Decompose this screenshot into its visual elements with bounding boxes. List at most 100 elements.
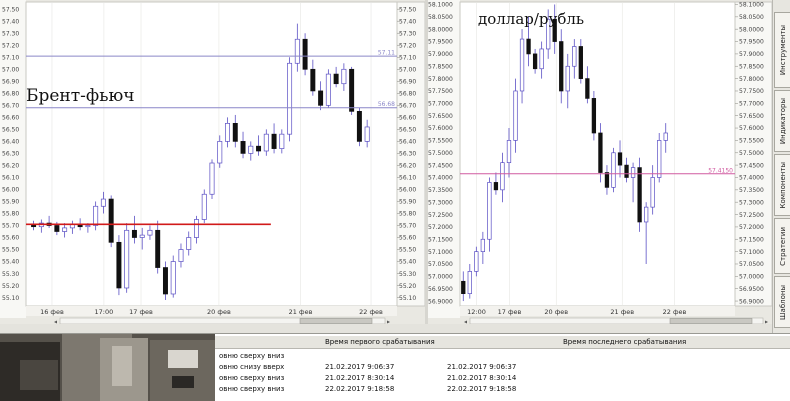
candle-body [162,267,168,295]
y-tick-label: 58.1000 [739,2,764,9]
candle-body [341,68,347,85]
candle-body [124,229,130,289]
candle-body [271,133,277,149]
charts-canvas[interactable]: 57.50 57.40 57.30 57.20 57.10 57.00 56.90 56.80… [0,0,790,333]
y-tick-label: 56.70 [399,103,416,110]
candle-body [624,164,629,178]
y-tick-label: 57.5000 [739,150,764,157]
candle-body [108,198,114,243]
y-tick-label: 57.0000 [739,274,764,281]
y-tick-label-left: 56.70 [2,103,19,110]
y-tick-label: 57.2500 [739,212,764,219]
candle-body [519,38,525,92]
y-tick-label-left: 55.10 [2,295,19,302]
y-tick-label-left: 57.1000 [428,249,453,256]
y-tick-label: 56.40 [399,139,416,146]
candle-body [578,46,583,79]
candle-body [493,182,499,191]
y-tick-label: 56.00 [399,187,416,194]
y-tick-label: 56.9500 [739,286,764,293]
chart-area: 57.50 57.40 57.30 57.20 57.10 57.00 56.90 56.80… [0,0,790,333]
y-tick-label-left: 56.60 [2,115,19,122]
right-sidebar: Инструменты Индикаторы Компоненты Страте… [772,0,790,333]
webcam-image [0,334,215,401]
y-tick-label-left: 57.4500 [428,162,453,169]
tab-indicators[interactable]: Индикаторы [774,90,790,152]
candle-body [232,123,238,142]
x-tick-label: 12:00 [467,308,486,316]
row-name: овню сверху вниз [219,352,285,360]
candle-body [93,205,99,226]
y-tick-label-left: 57.2000 [428,224,453,231]
header-last-trigger[interactable]: Время последнего срабатывания [563,338,686,346]
y-tick-label: 57.6500 [739,113,764,120]
candle-body [650,177,655,208]
tab-indicators-label: Индикаторы [778,97,787,145]
header-first-trigger[interactable]: Время первого срабатывания [325,338,435,346]
y-tick-label: 57.4000 [739,175,764,182]
row-first: 21.02.2017 9:06:37 [325,363,395,371]
y-tick-label: 56.50 [399,127,416,134]
tab-components[interactable]: Компоненты [774,154,790,216]
candle-body [302,38,308,70]
candle-body [54,225,60,232]
table-row[interactable]: овню снизу вверх 21.02.2017 9:06:37 21.0… [215,363,790,372]
candle-body [598,132,603,173]
y-tick-label: 57.9500 [739,39,764,46]
y-tick-label-left: 57.5000 [428,150,453,157]
row-name: овню сверху вниз [219,385,285,393]
y-tick-label-left: 55.40 [2,259,19,266]
y-tick-label: 55.80 [399,211,416,218]
y-tick-label: 57.7500 [739,88,764,95]
candle-body [500,162,505,191]
y-tick-label-left: 57.8000 [428,76,453,83]
x-tick-label: 21 фев [610,308,634,316]
candle-body [279,133,285,149]
y-tick-label-left: 58.0000 [428,26,453,33]
x-tick-label: 20 фев [207,308,231,316]
y-tick-label-left: 55.50 [2,247,19,254]
table-row[interactable]: овню сверху вниз [215,352,790,361]
tab-strategies[interactable]: Стратегии [774,218,790,274]
table-row[interactable]: овню сверху вниз 21.02.2017 8:30:14 21.0… [215,374,790,383]
y-tick-label-left: 58.1000 [428,2,453,9]
y-tick-label-left: 57.50 [2,6,19,13]
candle-body [526,38,531,55]
y-tick-label: 57.20 [399,42,416,49]
y-tick-label: 55.30 [399,271,416,278]
y-tick-label: 57.8500 [739,63,764,70]
bottom-panel: Время первого срабатывания Время последн… [0,333,790,401]
candle-body [194,219,199,238]
y-tick-label: 57.3500 [739,187,764,194]
y-tick-label: 55.90 [399,199,416,206]
candle-body [294,38,300,64]
y-tick-label: 57.7000 [739,101,764,108]
candle-body [591,98,597,134]
scrollbar-thumb [669,318,753,324]
y-tick-label: 58.0000 [739,26,764,33]
x-tick-label: 17:00 [95,308,114,316]
y-tick-label-left: 57.7000 [428,101,453,108]
candle-body [170,261,176,295]
candle-body [325,73,331,106]
y-tick-label-left: 57.10 [2,54,19,61]
tab-templates[interactable]: Шаблоны [774,276,790,328]
y-tick-label: 57.2000 [739,224,764,231]
candle-body [225,123,231,142]
row-last: 21.02.2017 8:30:14 [447,374,517,382]
tab-instruments[interactable]: Инструменты [774,12,790,88]
y-tick-label: 56.90 [399,79,416,86]
tab-strategies-label: Стратегии [778,226,787,266]
table-row[interactable]: овню сверху вниз 22.02.2017 9:18:58 22.0… [215,385,790,394]
candle-body [131,229,137,238]
y-tick-label: 55.70 [399,223,416,230]
x-tick-label: 22 фев [359,308,383,316]
level-label: 57.11 [378,50,395,57]
candle-body [461,280,466,294]
y-tick-label-left: 58.0500 [428,14,453,21]
y-tick-label-left: 57.0500 [428,261,453,268]
y-tick-label-left: 55.80 [2,211,19,218]
y-tick-label-left: 56.10 [2,175,19,182]
y-tick-label-left: 56.50 [2,127,19,134]
y-tick-label-left: 57.20 [2,42,19,49]
